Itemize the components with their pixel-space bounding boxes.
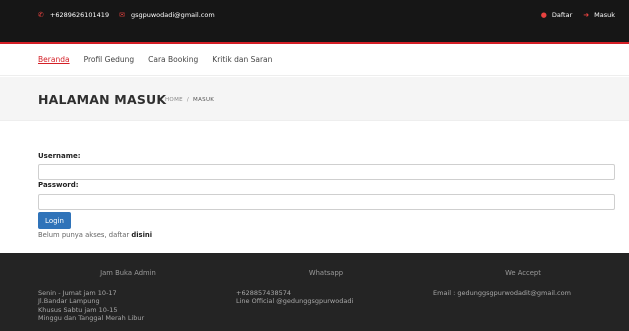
- envelope-icon: ✉: [119, 11, 125, 19]
- footer-column-accept: We Accept Email : gedunggsgpurwodadit@gm…: [433, 269, 613, 297]
- footer-line: Khusus Sabtu jam 10-15: [38, 305, 118, 314]
- login-icon: ➜: [583, 11, 590, 19]
- contact-email: gsgpuwodadi@gmail.com: [130, 11, 215, 19]
- footer-heading-hours: Jam Buka Admin: [100, 269, 156, 277]
- username-label: Username:: [38, 152, 81, 160]
- footer: Jam Buka Admin Senin - Jumat jam 10-17 J…: [0, 253, 629, 331]
- nav-item-cara-booking[interactable]: Cara Booking: [148, 55, 198, 64]
- contact-phone: +6289626101419: [49, 11, 110, 19]
- signup-text: Belum punya akses, daftar: [38, 231, 132, 239]
- breadcrumb-home[interactable]: HOME: [165, 97, 183, 103]
- nav-item-kritik-saran[interactable]: Kritik dan Saran: [212, 55, 272, 64]
- username-input[interactable]: [38, 164, 615, 180]
- signup-prompt: Belum punya akses, daftar disini: [38, 231, 152, 239]
- user-icon: ●: [540, 11, 547, 19]
- account-links: ● Daftar ➜ Masuk: [541, 11, 615, 19]
- breadcrumb-separator: /: [186, 97, 190, 103]
- breadcrumb: HOME / MASUK: [165, 97, 214, 103]
- password-input[interactable]: [38, 194, 615, 210]
- footer-column-whatsapp: Whatsapp +628857438574 Line Official @ge…: [236, 269, 416, 306]
- nav-item-profil-gedung[interactable]: Profil Gedung: [84, 55, 135, 64]
- page-header: HALAMAN MASUK HOME / MASUK: [0, 77, 629, 121]
- footer-line: Minggu dan Tanggal Merah Libur: [38, 313, 145, 322]
- footer-heading-whatsapp: Whatsapp: [308, 269, 344, 277]
- contact-info: ✆ +6289626101419 ✉ gsgpuwodadi@gmail.com: [38, 11, 215, 19]
- phone-icon: ✆: [38, 11, 44, 19]
- footer-line: +628857438574: [236, 289, 292, 297]
- page: ✆ +6289626101419 ✉ gsgpuwodadi@gmail.com…: [0, 0, 629, 331]
- breadcrumb-current: MASUK: [193, 97, 215, 103]
- register-link[interactable]: Daftar: [552, 11, 572, 19]
- signup-link[interactable]: disini: [131, 231, 152, 239]
- nav-item-beranda[interactable]: Beranda: [38, 55, 70, 64]
- login-button[interactable]: Login: [38, 212, 71, 229]
- footer-line: Email : gedunggsgpurwodadit@gmail.com: [433, 289, 571, 297]
- footer-heading-accept: We Accept: [505, 269, 541, 277]
- footer-line: Line Official @gedunggsgpurwodadi: [236, 297, 354, 306]
- password-label: Password:: [38, 181, 79, 189]
- footer-line: Jl.Bandar Lampung: [38, 297, 100, 306]
- page-title: HALAMAN MASUK: [38, 92, 167, 107]
- footer-column-hours: Jam Buka Admin Senin - Jumat jam 10-17 J…: [38, 269, 218, 322]
- main-nav: Beranda Profil Gedung Cara Booking Kriti…: [0, 46, 629, 76]
- footer-line: Senin - Jumat jam 10-17: [38, 289, 117, 297]
- top-bar: ✆ +6289626101419 ✉ gsgpuwodadi@gmail.com…: [0, 0, 629, 44]
- login-link[interactable]: Masuk: [594, 11, 615, 19]
